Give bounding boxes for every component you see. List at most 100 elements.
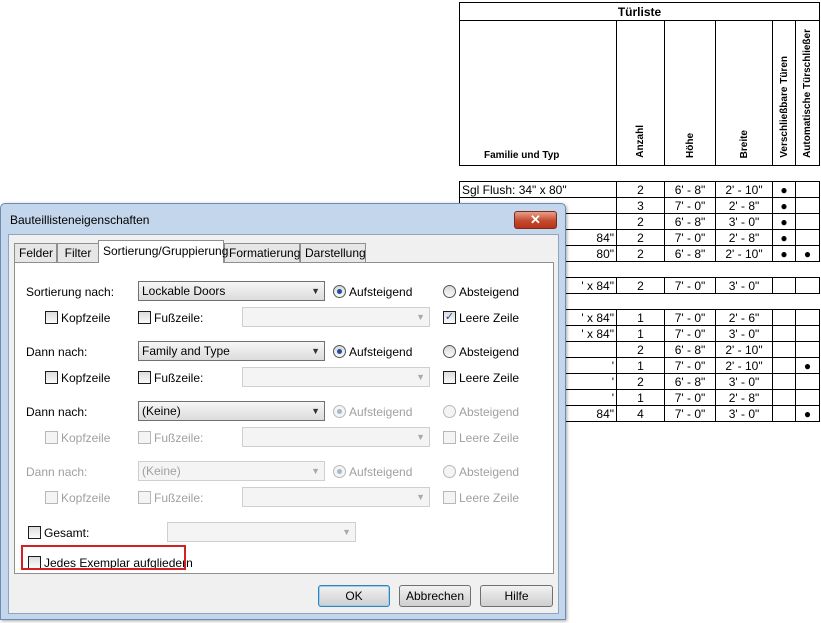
sort1-ascending-radio[interactable]: [333, 285, 346, 298]
tab-formatting[interactable]: Formatierung: [224, 243, 300, 262]
sort3-header-label: Kopfzeile: [61, 431, 111, 445]
sort1-blank-line-checkbox[interactable]: ✓: [443, 311, 456, 324]
sort2-footer-select[interactable]: ▼: [242, 367, 430, 387]
sort4-descending-label: Absteigend: [459, 465, 520, 479]
sort2-footer-label: Fußzeile:: [154, 371, 204, 385]
cell-height: 6' - 8": [664, 181, 716, 198]
cell-width: 3' - 0": [715, 405, 773, 422]
sort2-blank-line-checkbox[interactable]: [443, 371, 456, 384]
cancel-button[interactable]: Abbrechen: [399, 585, 471, 607]
cell-width: 3' - 0": [715, 213, 773, 230]
sort1-header-checkbox[interactable]: [45, 311, 58, 324]
cell-width: 2' - 10": [715, 341, 773, 358]
sort-by-select[interactable]: Lockable Doors ▼: [138, 281, 325, 301]
sort2-descending-radio[interactable]: [443, 345, 456, 358]
sort2-footer-checkbox[interactable]: [138, 371, 151, 384]
schedule-group-gap: [459, 165, 820, 182]
sort1-footer-checkbox[interactable]: [138, 311, 151, 324]
then-by-select-2[interactable]: (Keine) ▼: [138, 401, 325, 421]
cell-count: 4: [616, 405, 665, 422]
sort3-descending-radio[interactable]: [443, 405, 456, 418]
tab-appearance[interactable]: Darstellung: [300, 243, 366, 262]
cell-lockable: [772, 277, 796, 294]
cell-lockable: ●: [772, 245, 796, 262]
sort1-header-label: Kopfzeile: [61, 311, 111, 325]
cell-height: 7' - 0": [664, 309, 716, 326]
sort4-ascending-label: Aufsteigend: [349, 465, 413, 479]
tab-fields[interactable]: Felder: [14, 243, 57, 262]
table-row: Sgl Flush: 34" x 80" 2 6' - 8" 2' - 10" ●: [459, 181, 820, 198]
sort3-header-checkbox[interactable]: [45, 431, 58, 444]
cell-auto-closer: [795, 181, 820, 198]
sort4-footer-checkbox[interactable]: [138, 491, 151, 504]
cell-count: 1: [616, 325, 665, 342]
cell-auto-closer: [795, 373, 820, 390]
sort1-descending-label: Absteigend: [459, 285, 520, 299]
cell-lockable: ●: [772, 197, 796, 214]
grand-total-label: Gesamt:: [44, 526, 90, 540]
cell-lockable: ●: [772, 181, 796, 198]
sort1-descending-radio[interactable]: [443, 285, 456, 298]
cell-auto-closer: [795, 309, 820, 326]
sort-by-label: Sortierung nach:: [26, 285, 115, 299]
cell-lockable: [772, 373, 796, 390]
cell-auto-closer: [795, 229, 820, 246]
then-by-label-2: Dann nach:: [26, 405, 88, 419]
sort1-footer-select[interactable]: ▼: [242, 307, 430, 327]
cell-count: 2: [616, 373, 665, 390]
dialog-title: Bauteillisteneigenschaften: [10, 213, 150, 227]
sort2-header-label: Kopfzeile: [61, 371, 111, 385]
cell-lockable: [772, 325, 796, 342]
chevron-down-icon: ▼: [416, 312, 425, 322]
cell-width: 3' - 0": [715, 277, 773, 294]
then-by-select-3[interactable]: (Keine) ▼: [138, 461, 325, 481]
then-by-value-2: (Keine): [142, 404, 181, 418]
sort3-footer-label: Fußzeile:: [154, 431, 204, 445]
sort3-ascending-radio[interactable]: [333, 405, 346, 418]
sort4-footer-select[interactable]: ▼: [242, 487, 430, 507]
sort3-footer-checkbox[interactable]: [138, 431, 151, 444]
cell-lockable: [772, 389, 796, 406]
sort1-ascending-label: Aufsteigend: [349, 285, 413, 299]
cell-count: 2: [616, 341, 665, 358]
cell-count: 2: [616, 229, 665, 246]
cell-auto-closer: [795, 213, 820, 230]
sort4-descending-radio[interactable]: [443, 465, 456, 478]
tab-filter[interactable]: Filter: [57, 243, 99, 262]
header-family-type: Familie und Typ: [459, 20, 617, 166]
gap-cell: [459, 165, 820, 182]
schedule-title: Türliste: [459, 2, 820, 21]
grand-total-select[interactable]: ▼: [167, 522, 356, 542]
then-by-value-3: (Keine): [142, 464, 181, 478]
sort4-ascending-radio[interactable]: [333, 465, 346, 478]
sort2-ascending-radio[interactable]: [333, 345, 346, 358]
cell-width: 2' - 10": [715, 181, 773, 198]
cell-lockable: ●: [772, 229, 796, 246]
sort3-blank-line-checkbox[interactable]: [443, 431, 456, 444]
sort4-header-checkbox[interactable]: [45, 491, 58, 504]
cell-width: 2' - 8": [715, 389, 773, 406]
cell-auto-closer: [795, 341, 820, 358]
close-button[interactable]: ✕: [514, 211, 557, 229]
title-bar[interactable]: Bauteillisteneigenschaften ✕: [1, 204, 565, 234]
cell-count: 2: [616, 181, 665, 198]
sort3-footer-select[interactable]: ▼: [242, 427, 430, 447]
sort3-ascending-label: Aufsteigend: [349, 405, 413, 419]
chevron-down-icon: ▼: [311, 346, 320, 356]
sort4-blank-line-checkbox[interactable]: [443, 491, 456, 504]
sort2-header-checkbox[interactable]: [45, 371, 58, 384]
then-by-select-1[interactable]: Family and Type ▼: [138, 341, 325, 361]
cell-height: 7' - 0": [664, 277, 716, 294]
tab-sorting-grouping[interactable]: Sortierung/Gruppierung: [98, 240, 228, 263]
sort4-footer-label: Fußzeile:: [154, 491, 204, 505]
help-button[interactable]: Hilfe: [480, 585, 553, 607]
sorting-panel: Sortierung nach: Lockable Doors ▼ Aufstei…: [14, 262, 554, 574]
cell-count: 3: [616, 197, 665, 214]
header-lockable: Verschließbare Türen: [778, 56, 790, 158]
close-icon: ✕: [530, 212, 541, 227]
ok-button[interactable]: OK: [318, 585, 390, 607]
sort-by-value: Lockable Doors: [142, 284, 226, 298]
grand-total-checkbox[interactable]: [28, 526, 41, 539]
sort3-blank-line-label: Leere Zeile: [459, 431, 520, 445]
sort1-footer-label: Fußzeile:: [154, 311, 204, 325]
